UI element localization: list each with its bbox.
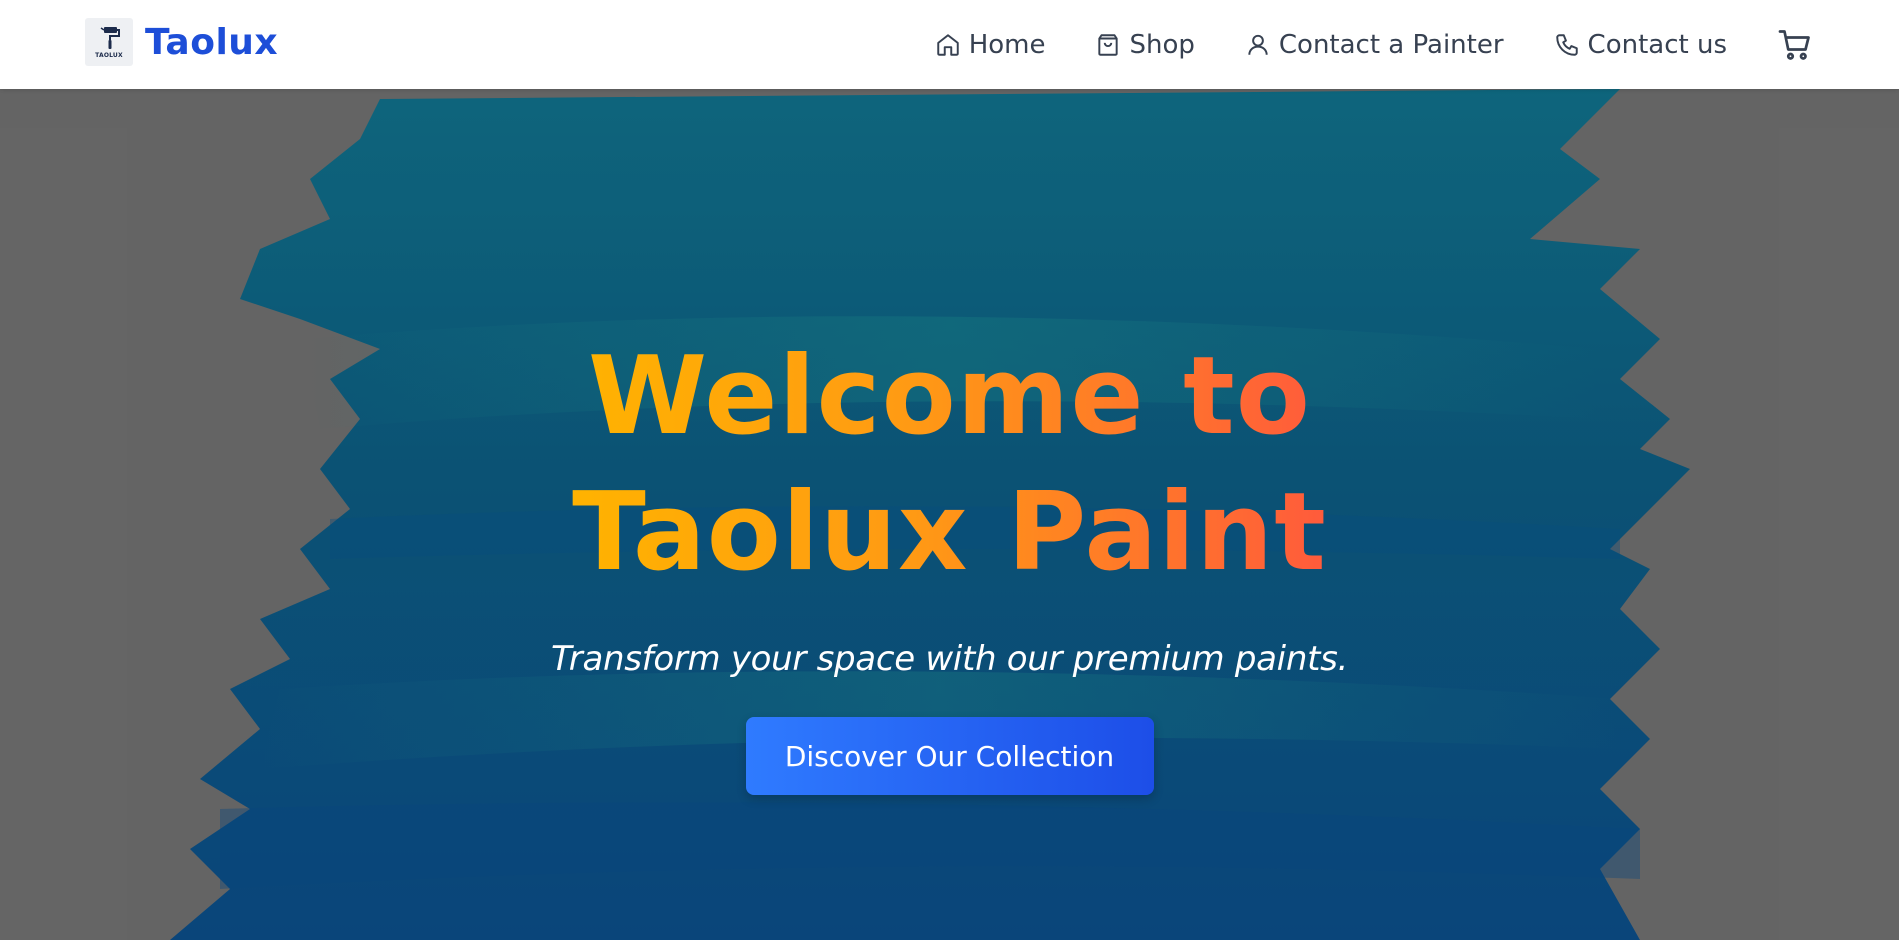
hero-title: Welcome to Taolux Paint <box>570 329 1330 601</box>
shopping-bag-icon <box>1098 33 1119 56</box>
nav-link-label: Contact us <box>1587 29 1727 60</box>
paint-roller-icon <box>100 27 120 49</box>
nav-link-label: Shop <box>1129 29 1195 60</box>
cart-button[interactable] <box>1777 27 1813 63</box>
brand-name: Taolux <box>145 21 279 63</box>
brand-link[interactable]: TAOLUX Taolux <box>85 18 278 66</box>
hero-content: Welcome to Taolux Paint Transform your s… <box>0 329 1899 795</box>
hero-subtitle: Transform your space with our premium pa… <box>550 639 1349 679</box>
nav-link-label: Home <box>968 29 1046 60</box>
navbar: TAOLUX Taolux Home Shop Contact a Painte… <box>0 0 1899 89</box>
discover-collection-button[interactable]: Discover Our Collection <box>745 717 1154 795</box>
phone-icon <box>1555 33 1578 56</box>
home-icon <box>936 33 959 56</box>
page: TAOLUX Taolux Home Shop Contact a Painte… <box>0 0 1899 940</box>
cart-icon <box>1778 29 1810 60</box>
brand-logo-text: TAOLUX <box>95 52 123 59</box>
user-icon <box>1248 34 1268 55</box>
nav-link-home[interactable]: Home <box>935 29 1046 60</box>
nav-link-label: Contact a Painter <box>1278 29 1504 60</box>
brand-logo: TAOLUX <box>85 18 133 66</box>
nav-link-shop[interactable]: Shop <box>1095 29 1195 60</box>
nav-link-contact-us[interactable]: Contact us <box>1554 30 1727 60</box>
nav-link-contact-painter[interactable]: Contact a Painter <box>1245 30 1504 60</box>
main-navigation: Home Shop Contact a Painter Contact us <box>935 0 1813 89</box>
hero-section: Welcome to Taolux Paint Transform your s… <box>0 89 1899 940</box>
